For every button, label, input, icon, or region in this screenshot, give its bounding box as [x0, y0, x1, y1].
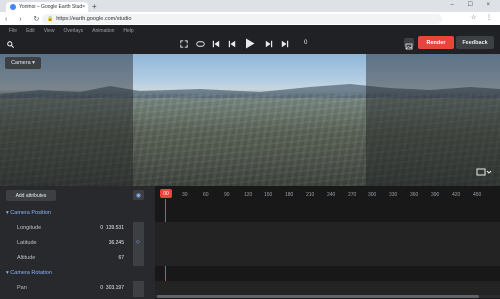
browser-chrome: Yorimoi – Google Earth Studio × + – ☐ × … — [0, 0, 500, 25]
timeline[interactable]: 30 60 90 120 150 180 210 240 270 300 330… — [155, 186, 500, 299]
feedback-button[interactable]: Feedback — [456, 36, 494, 49]
tick-label: 210 — [306, 192, 315, 198]
url-text[interactable]: https://earth.google.com/studio — [56, 16, 131, 22]
image-icon — [405, 43, 413, 50]
attr-pan-label: Pan — [17, 285, 27, 291]
attr-altitude-label: Altitude — [17, 255, 36, 261]
tick-label: 420 — [452, 192, 461, 198]
attr-altitude-value[interactable]: 67 — [103, 255, 124, 261]
tick-label: 270 — [348, 192, 357, 198]
keyframe-diamond-icon: ◇ — [136, 239, 140, 245]
play-icon[interactable] — [245, 38, 255, 49]
timeline-scrollbar[interactable] — [155, 295, 500, 298]
address-bar[interactable]: 🔒 https://earth.google.com/studio — [42, 13, 442, 24]
timeline-track-rotation[interactable] — [155, 281, 500, 295]
browser-toolbar: ‹ › ↻ 🔒 https://earth.google.com/studio … — [0, 12, 500, 25]
earth-viewport[interactable] — [0, 54, 500, 186]
menu-animation[interactable]: Animation — [92, 28, 114, 34]
browser-tab[interactable]: Yorimoi – Google Earth Studio × — [6, 2, 88, 12]
tick-label: 240 — [327, 192, 336, 198]
attr-longitude-value[interactable]: 139.531 — [103, 225, 124, 231]
step-forward-icon[interactable] — [265, 40, 273, 48]
step-back-icon[interactable] — [228, 40, 236, 48]
editor-bottom: Add attributes ◉ ▾ Camera Position Longi… — [0, 186, 500, 299]
menu-edit[interactable]: Edit — [26, 28, 35, 34]
section-camera-position[interactable]: ▾ Camera Position — [6, 210, 51, 216]
attr-small-zero: 0 — [100, 225, 103, 231]
keyframe-toggle[interactable] — [133, 281, 144, 297]
attr-pan-value[interactable]: 303.197 — [103, 285, 124, 291]
frame-counter: 0 — [304, 40, 308, 46]
add-attributes-button[interactable]: Add attributes — [6, 190, 56, 201]
menu-file[interactable]: File — [9, 28, 17, 34]
aspect-ratio-icon[interactable] — [476, 168, 492, 177]
menu-overlays[interactable]: Overlays — [63, 28, 83, 34]
attr-longitude-label: Longitude — [17, 225, 42, 231]
visibility-icon[interactable]: ◉ — [133, 190, 144, 200]
timeline-track-position[interactable] — [155, 222, 500, 266]
tick-label: 330 — [389, 192, 398, 198]
camera-dropdown[interactable]: Camera ▾ — [5, 57, 41, 69]
attr-latitude-value[interactable]: 36.245 — [103, 240, 124, 246]
tick-label: 30 — [182, 192, 188, 198]
skip-start-icon[interactable] — [212, 40, 220, 48]
tick-label: 180 — [285, 192, 294, 198]
nav-buttons[interactable]: ‹ › ↻ — [5, 15, 44, 23]
section-camera-rotation[interactable]: ▾ Camera Rotation — [6, 270, 52, 276]
favicon-icon — [10, 4, 16, 10]
viewport-shade-right — [366, 54, 500, 186]
timeline-ruler[interactable]: 30 60 90 120 150 180 210 240 270 300 330… — [155, 190, 500, 200]
fullscreen-icon[interactable] — [180, 40, 188, 48]
tick-label: 60 — [203, 192, 209, 198]
render-button[interactable]: Render — [418, 36, 454, 49]
timeline-scroll-thumb[interactable] — [157, 295, 479, 298]
window-controls[interactable]: – ☐ × — [450, 1, 496, 8]
search-icon[interactable] — [7, 41, 14, 48]
menu-view[interactable]: View — [44, 28, 55, 34]
tick-label: 390 — [431, 192, 440, 198]
attr-latitude-label: Latitude — [17, 240, 37, 246]
image-button[interactable] — [404, 38, 414, 50]
attributes-panel: Add attributes ◉ ▾ Camera Position Longi… — [0, 186, 155, 299]
tick-label: 450 — [473, 192, 482, 198]
viewport-shade-left — [0, 54, 133, 186]
loop-icon[interactable] — [196, 40, 205, 48]
tick-label: 90 — [224, 192, 230, 198]
menu-help[interactable]: Help — [123, 28, 133, 34]
browser-actions[interactable]: ☆ ⋮ — [471, 14, 496, 21]
tick-label: 300 — [368, 192, 377, 198]
tick-label: 150 — [264, 192, 273, 198]
new-tab-button[interactable]: + — [92, 2, 97, 11]
tick-label: 120 — [244, 192, 253, 198]
skip-end-icon[interactable] — [281, 40, 289, 48]
attr-small-zero: 0 — [100, 285, 103, 291]
tab-close-icon[interactable]: × — [82, 4, 85, 10]
tick-label: 360 — [410, 192, 419, 198]
keyframe-toggle[interactable]: ◇ — [133, 222, 144, 266]
lock-icon: 🔒 — [47, 15, 54, 22]
menu-bar: File Edit View Overlays Animation Help — [0, 25, 500, 36]
playhead-frame-label[interactable]: 00 — [160, 189, 172, 198]
tab-title: Yorimoi – Google Earth Studio — [19, 4, 83, 10]
